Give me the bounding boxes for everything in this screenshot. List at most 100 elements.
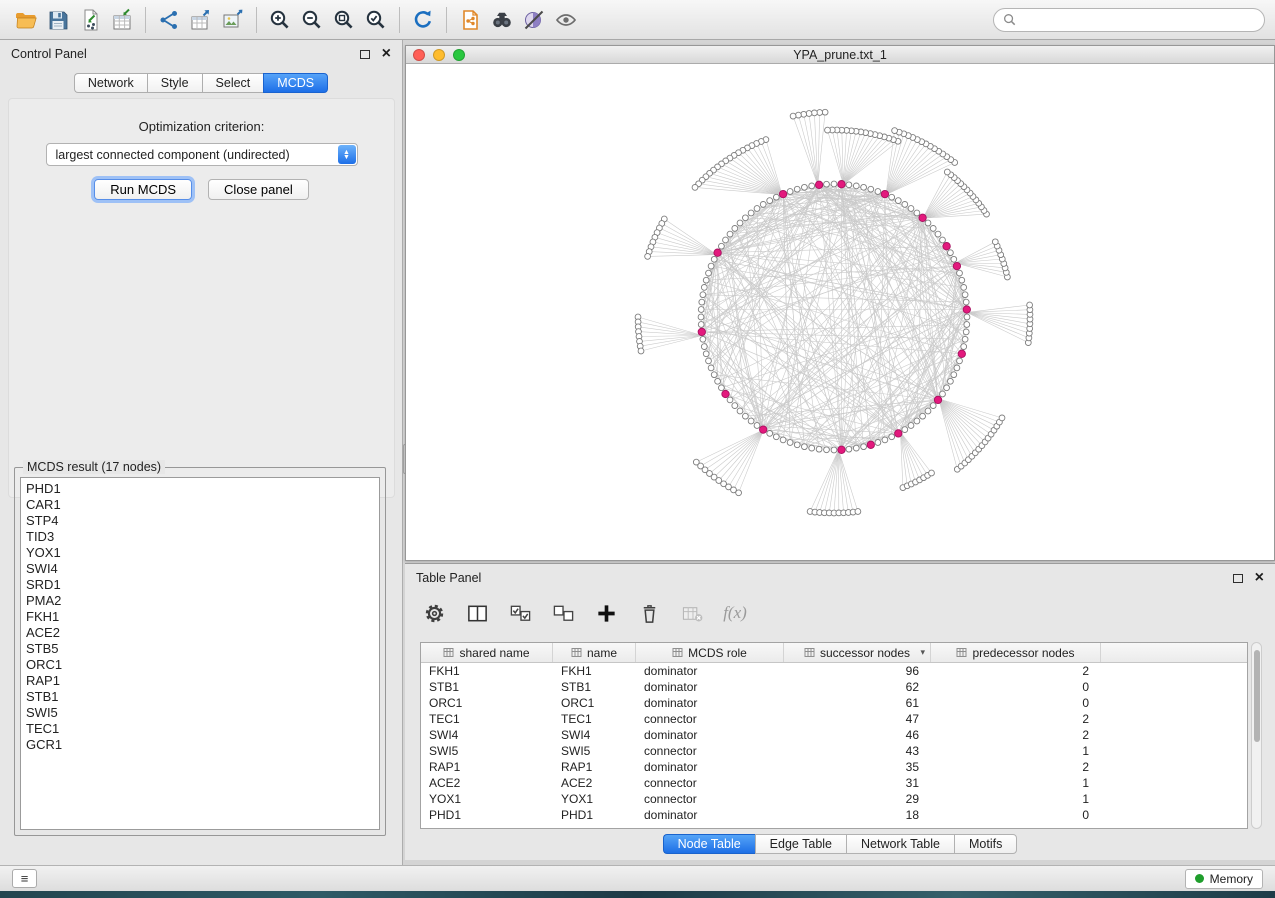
show-hide-icon [554, 8, 578, 32]
memory-button[interactable]: Memory [1185, 869, 1263, 889]
column-header-name[interactable]: name [553, 643, 636, 662]
mcds-result-item[interactable]: SRD1 [26, 577, 374, 593]
deselect-all-button[interactable] [550, 600, 576, 626]
show-columns-button[interactable] [464, 600, 490, 626]
table-row[interactable]: ACE2ACE2connector311 [421, 775, 1247, 791]
run-mcds-button[interactable]: Run MCDS [94, 179, 192, 200]
refresh-button[interactable] [407, 4, 439, 36]
tab-select[interactable]: Select [202, 73, 264, 93]
zoom-fit-button[interactable] [328, 4, 360, 36]
cell-shared_name: YOX1 [421, 792, 553, 806]
table-row[interactable]: TEC1TEC1connector472 [421, 711, 1247, 727]
table-row[interactable]: PHD1PHD1dominator180 [421, 807, 1247, 823]
cell-role: connector [636, 744, 784, 758]
cell-role: dominator [636, 664, 784, 678]
apply-style-button[interactable] [518, 4, 550, 36]
tab-edge-table[interactable]: Edge Table [755, 834, 846, 854]
mcds-result-item[interactable]: SWI5 [26, 705, 374, 721]
zoom-out-button[interactable] [296, 4, 328, 36]
close-panel-button[interactable]: Close panel [208, 179, 309, 200]
import-file-icon [78, 8, 102, 32]
float-table-panel-icon[interactable] [1233, 574, 1243, 583]
deselect-all-icon [552, 602, 575, 625]
control-panel-title: Control Panel [11, 47, 87, 61]
table-row[interactable]: RAP1RAP1dominator352 [421, 759, 1247, 775]
tab-style[interactable]: Style [147, 73, 202, 93]
show-hide-button[interactable] [550, 4, 582, 36]
mcds-result-item[interactable]: PMA2 [26, 593, 374, 609]
tab-network[interactable]: Network [74, 73, 147, 93]
column-header-predecessor-nodes[interactable]: predecessor nodes [931, 643, 1101, 662]
close-table-panel-icon[interactable]: × [1255, 572, 1264, 584]
delete-table-icon [681, 602, 704, 625]
mcds-result-item[interactable]: TID3 [26, 529, 374, 545]
sort-menu-icon[interactable]: ▾ [920, 647, 925, 658]
desktop-wallpaper-strip [0, 891, 1275, 898]
mcds-result-item[interactable]: FKH1 [26, 609, 374, 625]
mcds-result-item[interactable]: STB1 [26, 689, 374, 705]
status-menu-button[interactable]: ≡ [12, 869, 37, 888]
optimization-criterion-select[interactable]: largest connected component (undirected)… [46, 143, 358, 166]
delete-column-button[interactable] [636, 600, 662, 626]
tab-motifs[interactable]: Motifs [954, 834, 1017, 854]
column-header-shared-name[interactable]: shared name [421, 643, 553, 662]
mcds-result-item[interactable]: GCR1 [26, 737, 374, 753]
select-all-button[interactable] [507, 600, 533, 626]
function-builder-icon: f(x) [723, 603, 747, 623]
save-button[interactable] [42, 4, 74, 36]
clone-network-button[interactable] [454, 4, 486, 36]
refresh-icon [411, 8, 435, 32]
export-table-button[interactable] [185, 4, 217, 36]
import-file-button[interactable] [74, 4, 106, 36]
mcds-result-list[interactable]: PHD1CAR1STP4TID3YOX1SWI4SRD1PMA2FKH1ACE2… [20, 477, 380, 830]
menu-icon: ≡ [21, 871, 29, 886]
table-row[interactable]: SWI4SWI4dominator462 [421, 727, 1247, 743]
zoom-out-icon [300, 8, 324, 32]
window-zoom-icon[interactable] [453, 49, 465, 61]
table-row[interactable]: ORC1ORC1dominator610 [421, 695, 1247, 711]
table-row[interactable]: FKH1FKH1dominator962 [421, 663, 1247, 679]
cell-shared_name: STB1 [421, 680, 553, 694]
table-scrollbar[interactable] [1251, 642, 1262, 829]
new-column-button[interactable] [593, 600, 619, 626]
column-header-successor-nodes[interactable]: successor nodes▾ [784, 643, 931, 662]
mcds-result-item[interactable]: STB5 [26, 641, 374, 657]
cell-predecessors: 1 [931, 776, 1101, 790]
zoom-in-button[interactable] [264, 4, 296, 36]
function-builder-button[interactable]: f(x) [722, 600, 748, 626]
mcds-result-item[interactable]: YOX1 [26, 545, 374, 561]
tab-node-table[interactable]: Node Table [663, 834, 755, 854]
zoom-selected-button[interactable] [360, 4, 392, 36]
export-network-icon [157, 8, 181, 32]
mcds-result-item[interactable]: SWI4 [26, 561, 374, 577]
window-close-icon[interactable] [413, 49, 425, 61]
table-row[interactable]: STB1STB1dominator620 [421, 679, 1247, 695]
table-row[interactable]: SWI5SWI5connector431 [421, 743, 1247, 759]
cell-name: SWI5 [553, 744, 636, 758]
import-table-button[interactable] [106, 4, 138, 36]
mcds-result-item[interactable]: TEC1 [26, 721, 374, 737]
mcds-result-item[interactable]: RAP1 [26, 673, 374, 689]
mcds-result-item[interactable]: PHD1 [26, 481, 374, 497]
window-minimize-icon[interactable] [433, 49, 445, 61]
mcds-result-item[interactable]: ORC1 [26, 657, 374, 673]
find-button[interactable] [486, 4, 518, 36]
table-scrollbar-thumb[interactable] [1254, 650, 1260, 742]
export-network-button[interactable] [153, 4, 185, 36]
close-panel-icon[interactable]: × [382, 48, 391, 60]
save-icon [46, 8, 70, 32]
open-button[interactable] [10, 4, 42, 36]
column-header-MCDS-role[interactable]: MCDS role [636, 643, 784, 662]
search-box[interactable] [993, 8, 1265, 32]
table-options-button[interactable] [421, 600, 447, 626]
tab-network-table[interactable]: Network Table [846, 834, 954, 854]
tab-mcds[interactable]: MCDS [263, 73, 328, 93]
search-input[interactable] [1022, 13, 1255, 27]
network-canvas[interactable] [406, 65, 1274, 560]
mcds-result-item[interactable]: STP4 [26, 513, 374, 529]
float-panel-icon[interactable] [360, 50, 370, 59]
mcds-result-item[interactable]: ACE2 [26, 625, 374, 641]
export-image-button[interactable] [217, 4, 249, 36]
table-row[interactable]: YOX1YOX1connector291 [421, 791, 1247, 807]
mcds-result-item[interactable]: CAR1 [26, 497, 374, 513]
